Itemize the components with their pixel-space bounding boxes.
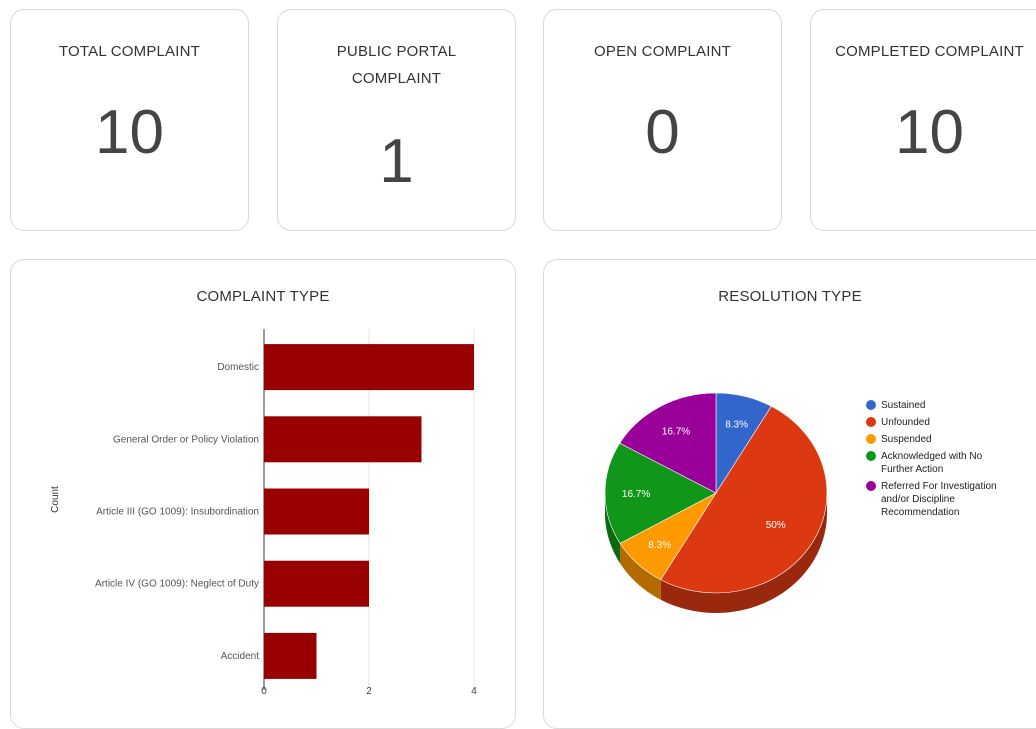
resolution-type-pie-chart: 8.3% 50% 8.3% 16.7% 16.7% Sustained Unfounded S… <box>604 392 997 613</box>
category-label: Domestic <box>217 362 259 373</box>
total-complaint-value: 10 <box>95 98 164 167</box>
legend-marker <box>866 451 876 461</box>
category-label: Accident <box>221 651 260 662</box>
slice-value-label: 16.7% <box>662 427 690 438</box>
bar <box>264 632 317 679</box>
legend-label: Referred For Investigation and/or Discipl… <box>881 481 997 518</box>
completed-complaint-value: 10 <box>895 98 964 167</box>
complaint-type-panel: COMPLAINT TYPE 0 2 4 Domestic General Order … <box>10 259 516 729</box>
slice-value-label: 8.3% <box>725 419 748 430</box>
bar <box>264 488 369 535</box>
x-tick-label: 0 <box>261 686 267 697</box>
open-complaint-value: 0 <box>645 98 680 167</box>
public-portal-complaint-value: 1 <box>379 127 414 196</box>
completed-complaint-title: COMPLETED COMPLAINT <box>835 43 1024 60</box>
resolution-type-panel: RESOLUTION TYPE 8.3% 50% 8.3% 16.7% 16.7% Sus… <box>543 259 1036 729</box>
legend-marker <box>866 417 876 427</box>
category-label: Article III (GO 1009): Insubordination <box>96 507 259 518</box>
category-label: General Order or Policy Violation <box>113 434 259 445</box>
slice-value-label: 50% <box>766 520 786 531</box>
slice-value-label: 16.7% <box>622 489 650 500</box>
completed-complaint-card: COMPLETED COMPLAINT 10 <box>810 9 1036 231</box>
x-tick-label: 4 <box>471 686 477 697</box>
legend-marker <box>866 400 876 410</box>
public-portal-complaint-card: PUBLIC PORTAL COMPLAINT 1 <box>277 9 516 231</box>
bar <box>264 560 369 607</box>
legend-label: Sustained <box>881 400 925 411</box>
complaint-type-bar-chart: 0 2 4 Domestic General Order or Policy Viola… <box>50 329 477 697</box>
public-portal-complaint-title: PUBLIC PORTAL COMPLAINT <box>336 43 457 87</box>
legend-label: Unfounded <box>881 417 930 428</box>
legend-marker <box>866 434 876 444</box>
total-complaint-title: TOTAL COMPLAINT <box>58 43 201 60</box>
bar <box>264 344 474 391</box>
slice-value-label: 8.3% <box>648 540 671 551</box>
open-complaint-title: OPEN COMPLAINT <box>594 43 731 60</box>
bar <box>264 416 422 463</box>
legend-label: Suspended <box>881 434 932 445</box>
legend-label: Acknowledged with No Further Action <box>881 451 983 475</box>
category-label: Article IV (GO 1009): Neglect of Duty <box>95 579 259 590</box>
open-complaint-card: OPEN COMPLAINT 0 <box>543 9 782 231</box>
legend-marker <box>866 481 876 491</box>
total-complaint-card: TOTAL COMPLAINT 10 <box>10 9 249 231</box>
y-axis-label: Count <box>50 486 61 513</box>
x-tick-label: 2 <box>366 686 372 697</box>
